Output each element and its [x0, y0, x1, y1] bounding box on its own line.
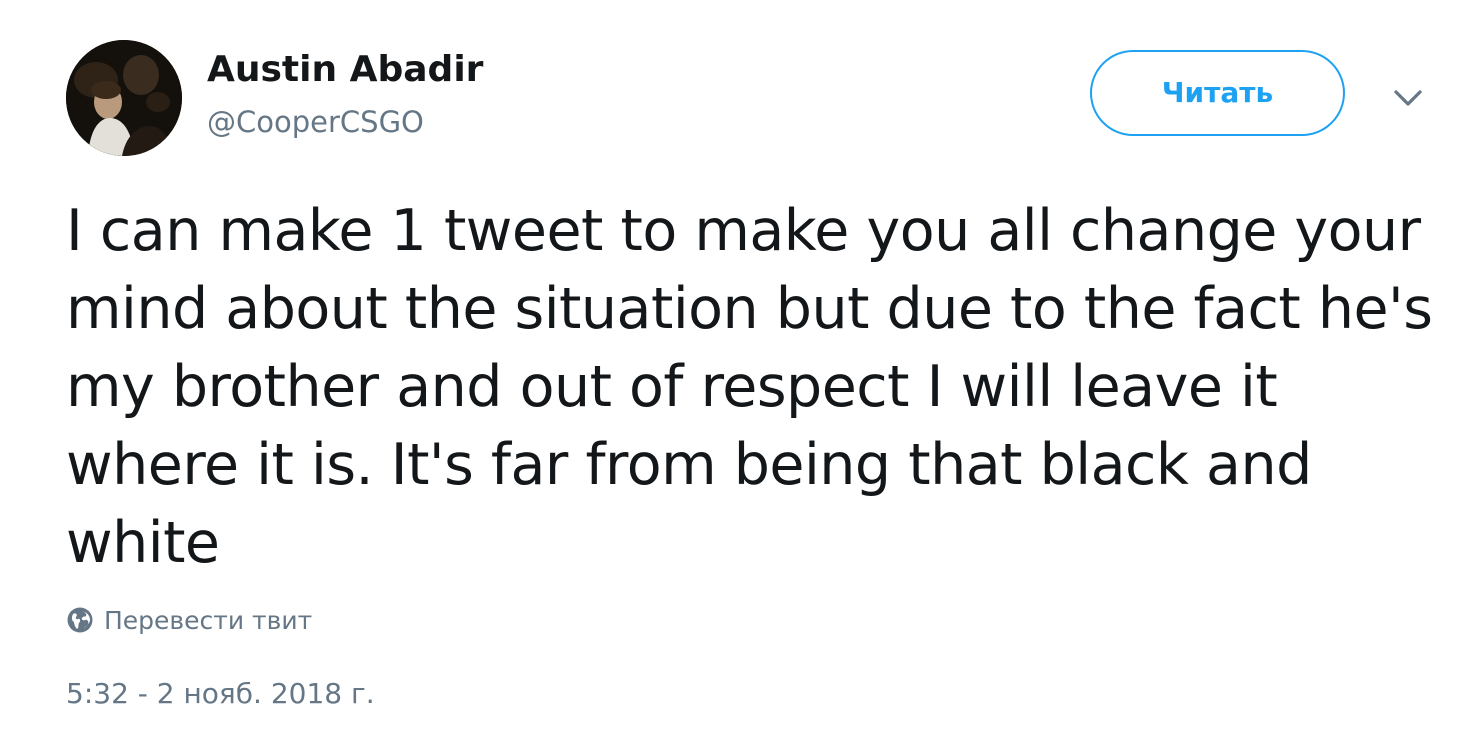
- tweet-timestamp[interactable]: 5:32 - 2 нояб. 2018 г.: [66, 676, 375, 712]
- user-avatar[interactable]: [66, 40, 182, 156]
- tweet-menu-button[interactable]: [1388, 80, 1428, 116]
- follow-button[interactable]: Читать: [1090, 50, 1345, 136]
- chevron-down-icon: [1394, 90, 1422, 106]
- author-display-name[interactable]: Austin Abadir: [207, 48, 483, 92]
- author-handle[interactable]: @CooperCSGO: [207, 104, 424, 140]
- translate-label: Перевести твит: [104, 605, 313, 635]
- globe-icon: [67, 607, 93, 633]
- avatar-photo-icon: [66, 40, 182, 156]
- tweet-text: I can make 1 tweet to make you all chang…: [66, 198, 1433, 576]
- tweet-card: Austin Abadir @CooperCSGO Читать I can m…: [0, 0, 1460, 745]
- translate-tweet-link[interactable]: Перевести твит: [66, 604, 312, 636]
